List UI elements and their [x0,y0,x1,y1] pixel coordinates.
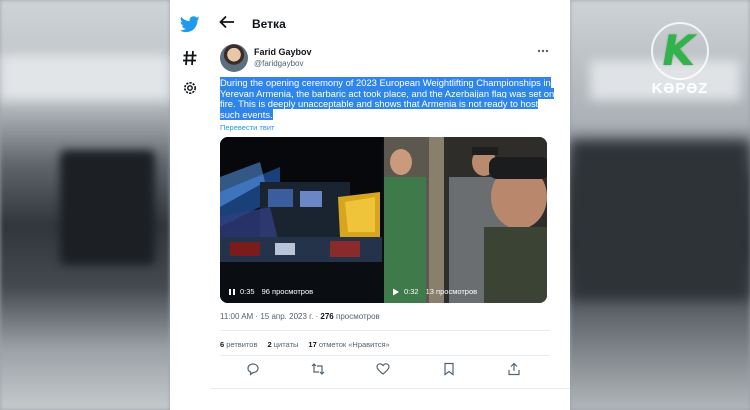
pause-icon[interactable] [228,288,236,296]
blurred-background-left [0,0,170,410]
video-1-meta: 0:35 96 просмотров [228,287,313,296]
retweets-label: ретвитов [224,340,258,349]
video-2-views: 13 просмотров [425,287,478,296]
author-name[interactable]: Farid Gaybov [254,47,312,57]
tweet-stats: 6 ретвитов 2 цитаты 17 отметок «Нравится… [220,340,390,349]
likes-count: 17 [308,340,317,349]
page-title: Ветка [252,17,286,31]
bookmark-icon[interactable] [442,362,456,376]
author-handle[interactable]: @faridgaybov [254,59,303,68]
more-options-icon[interactable] [536,46,550,56]
twitter-bird-icon[interactable] [176,10,204,38]
likes-label: отметок «Нравится» [316,340,390,349]
likes-stat[interactable]: 17 отметок «Нравится» [308,340,389,349]
like-heart-icon[interactable] [376,362,390,376]
view-count: 276 [320,312,334,321]
retweet-icon[interactable] [311,362,325,376]
tweet-thread-panel: Ветка Farid Gaybov @faridgaybov During t… [210,0,570,410]
arena-scene-image [220,137,382,303]
quotes-label: цитаты [271,340,299,349]
logo-letter: K [657,26,699,75]
retweets-stat[interactable]: 6 ретвитов [220,340,257,349]
hashtag-icon[interactable] [176,44,204,72]
video-thumbnail-2[interactable]: 0:32 13 просмотров [384,137,547,303]
video-2-duration: 0:32 [404,287,419,296]
settings-gear-icon[interactable] [176,74,204,102]
thread-header: Ветка [210,0,570,44]
view-label: просмотров [333,312,380,321]
tweet-timestamp: 11:00 AM · 15 апр. 2023 г. · 276 просмот… [220,312,380,321]
back-arrow-icon[interactable] [218,14,236,30]
channel-logo: K KƏPƏZ [645,22,715,102]
tweet-text-content: During the opening ceremony of 2023 Euro… [220,77,555,120]
tweet-actions [210,362,570,382]
translate-tweet-link[interactable]: Перевести твит [220,123,274,132]
play-icon[interactable] [392,288,400,296]
tweet-media: 0:35 96 просмотров 0:32 13 просмотров [220,137,547,303]
people-scene-image [384,137,547,303]
reply-icon[interactable] [246,362,260,376]
sidebar-nav [170,0,210,410]
avatar[interactable] [220,44,248,72]
video-1-duration: 0:35 [240,287,255,296]
video-2-meta: 0:32 13 просмотров [392,287,477,296]
divider [220,330,550,331]
tweet-text: During the opening ceremony of 2023 Euro… [220,77,555,120]
timestamp-text[interactable]: 11:00 AM · 15 апр. 2023 г. · [220,312,320,321]
video-thumbnail-1[interactable]: 0:35 96 просмотров [220,137,382,303]
video-1-views: 96 просмотров [261,287,314,296]
reply-composer-row [210,388,570,410]
logo-text: KƏPƏZ [651,80,709,97]
quotes-stat[interactable]: 2 цитаты [267,340,298,349]
divider [220,355,550,356]
share-icon[interactable] [507,362,521,376]
